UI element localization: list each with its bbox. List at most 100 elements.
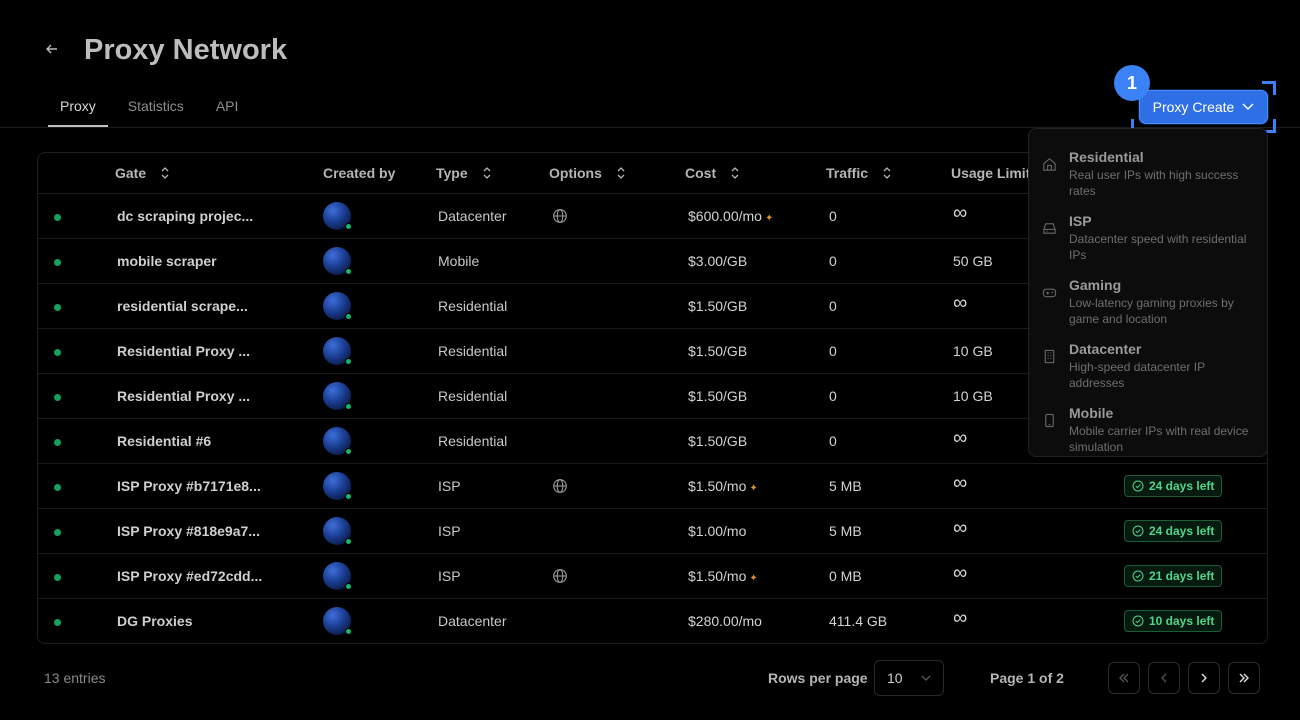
table-row[interactable]: ISP Proxy #ed72cdd... ISP $1.50/mo ✦ 0 MB ∞ 21… bbox=[38, 554, 1267, 599]
menu-item-description: Real user IPs with high success rates bbox=[1069, 168, 1239, 198]
cost-cell: $600.00/mo ✦ bbox=[688, 208, 773, 224]
tab-api[interactable]: API bbox=[204, 98, 251, 127]
online-indicator bbox=[345, 583, 352, 590]
avatar bbox=[323, 517, 352, 545]
cost-value: $1.50/GB bbox=[688, 433, 748, 449]
next-page-button[interactable] bbox=[1188, 662, 1220, 694]
avatar bbox=[323, 427, 352, 455]
proxy-type: Mobile bbox=[438, 253, 480, 269]
status-dot bbox=[54, 484, 61, 491]
building-icon bbox=[1044, 349, 1055, 364]
days-left-badge: 10 days left bbox=[1124, 610, 1223, 632]
status-dot bbox=[54, 304, 61, 311]
cost-cell: $1.00/mo bbox=[688, 523, 746, 539]
tab-proxy[interactable]: Proxy bbox=[48, 98, 108, 127]
column-header-gate[interactable]: Gate bbox=[115, 165, 170, 181]
first-page-button[interactable] bbox=[1108, 662, 1140, 694]
table-row[interactable]: ISP Proxy #818e9a7... ISP $1.00/mo 5 MB ∞ 24 … bbox=[38, 509, 1267, 554]
status-dot bbox=[54, 529, 61, 536]
online-indicator bbox=[345, 628, 352, 635]
menu-item-description: Low-latency gaming proxies by game and l… bbox=[1069, 296, 1234, 326]
column-header-cost[interactable]: Cost bbox=[685, 165, 740, 181]
cost-cell: $1.50/mo ✦ bbox=[688, 568, 758, 584]
gate-name[interactable]: dc scraping projec... bbox=[117, 208, 253, 224]
gate-name[interactable]: ISP Proxy #ed72cdd... bbox=[117, 568, 262, 584]
usage-limit-value: ∞ bbox=[953, 292, 968, 314]
gate-name[interactable]: Residential Proxy ... bbox=[117, 388, 250, 404]
traffic-value: 0 bbox=[829, 433, 837, 449]
avatar bbox=[323, 337, 352, 365]
column-header-usage-limit[interactable]: Usage Limit bbox=[951, 165, 1030, 181]
column-label: Traffic bbox=[826, 165, 869, 181]
traffic-value: 5 MB bbox=[829, 523, 862, 539]
table-row[interactable]: ISP Proxy #b7171e8... ISP $1.50/mo ✦ 5 MB ∞ 24… bbox=[38, 464, 1267, 509]
table-row[interactable]: DG Proxies Datacenter $280.00/mo 411.4 GB ∞ 1… bbox=[38, 599, 1267, 643]
last-page-button[interactable] bbox=[1228, 662, 1260, 694]
menu-item-title: ISP bbox=[1069, 213, 1092, 229]
chevron-right-icon bbox=[1201, 673, 1207, 683]
usage-limit-value: ∞ bbox=[953, 562, 968, 584]
globe-icon bbox=[553, 479, 567, 493]
check-circle-icon bbox=[1132, 570, 1144, 582]
online-indicator bbox=[345, 268, 352, 275]
sort-icon bbox=[483, 167, 491, 179]
days-left-text: 24 days left bbox=[1149, 524, 1215, 538]
usage-limit-value: ∞ bbox=[953, 607, 968, 629]
status-dot bbox=[54, 439, 61, 446]
gate-name[interactable]: Residential #6 bbox=[117, 433, 211, 449]
gate-name[interactable]: DG Proxies bbox=[117, 613, 192, 629]
cost-cell: $1.50/GB bbox=[688, 433, 747, 449]
online-indicator bbox=[345, 448, 352, 455]
gate-name[interactable]: ISP Proxy #b7171e8... bbox=[117, 478, 261, 494]
back-arrow-icon[interactable] bbox=[42, 42, 62, 62]
cost-value: $1.50/GB bbox=[688, 298, 748, 314]
avatar bbox=[323, 382, 352, 410]
days-left-badge: 21 days left bbox=[1124, 565, 1223, 587]
gate-name[interactable]: mobile scraper bbox=[117, 253, 217, 269]
column-header-options[interactable]: Options bbox=[549, 165, 626, 181]
menu-item-datacenter[interactable]: Datacenter High-speed datacenter IP addr… bbox=[1029, 329, 1267, 393]
menu-item-isp[interactable]: ISP Datacenter speed with residential IP… bbox=[1029, 201, 1267, 265]
page-header: Proxy Network Proxy Statistics API bbox=[0, 0, 1300, 128]
tab-statistics[interactable]: Statistics bbox=[116, 98, 196, 127]
page-info: Page 1 of 2 bbox=[990, 670, 1064, 686]
status-dot bbox=[54, 394, 61, 401]
cost-cell: $1.50/GB bbox=[688, 343, 747, 359]
proxy-create-button[interactable]: Proxy Create bbox=[1139, 90, 1268, 124]
status-dot bbox=[54, 619, 61, 626]
addon-plus-icon: ✦ bbox=[764, 213, 774, 224]
globe-icon bbox=[553, 569, 567, 583]
check-circle-icon bbox=[1132, 525, 1144, 537]
proxy-type: ISP bbox=[438, 568, 461, 584]
menu-item-mobile[interactable]: Mobile Mobile carrier IPs with real devi… bbox=[1029, 393, 1267, 457]
avatar bbox=[323, 247, 352, 275]
sort-icon bbox=[883, 167, 891, 179]
days-left-text: 10 days left bbox=[1149, 614, 1215, 628]
column-header-type[interactable]: Type bbox=[436, 165, 492, 181]
column-header-created-by: Created by bbox=[323, 165, 395, 181]
proxy-type: Residential bbox=[438, 433, 508, 449]
previous-page-button[interactable] bbox=[1148, 662, 1180, 694]
status-dot bbox=[54, 574, 61, 581]
rows-per-page-select[interactable]: 10 bbox=[874, 660, 944, 696]
status-dot bbox=[54, 259, 61, 266]
gate-name[interactable]: ISP Proxy #818e9a7... bbox=[117, 523, 260, 539]
cost-cell: $1.50/GB bbox=[688, 388, 747, 404]
menu-item-title: Residential bbox=[1069, 149, 1144, 165]
menu-item-residential[interactable]: Residential Real user IPs with high succ… bbox=[1029, 137, 1267, 201]
column-label: Usage Limit bbox=[951, 165, 1031, 181]
menu-item-gaming[interactable]: Gaming Low-latency gaming proxies by gam… bbox=[1029, 265, 1267, 329]
chevrons-left-icon bbox=[1119, 673, 1129, 683]
cost-value: $1.50/mo bbox=[688, 568, 747, 584]
sort-icon bbox=[161, 167, 169, 179]
gate-name[interactable]: Residential Proxy ... bbox=[117, 343, 250, 359]
proxy-type: Residential bbox=[438, 343, 508, 359]
proxy-type: Residential bbox=[438, 388, 508, 404]
step-badge: 1 bbox=[1114, 65, 1150, 101]
column-header-traffic[interactable]: Traffic bbox=[826, 165, 892, 181]
avatar bbox=[323, 202, 352, 230]
check-circle-icon bbox=[1132, 615, 1144, 627]
chevron-left-icon bbox=[1161, 673, 1167, 683]
usage-limit-value: 10 GB bbox=[953, 343, 993, 359]
gate-name[interactable]: residential scrape... bbox=[117, 298, 248, 314]
